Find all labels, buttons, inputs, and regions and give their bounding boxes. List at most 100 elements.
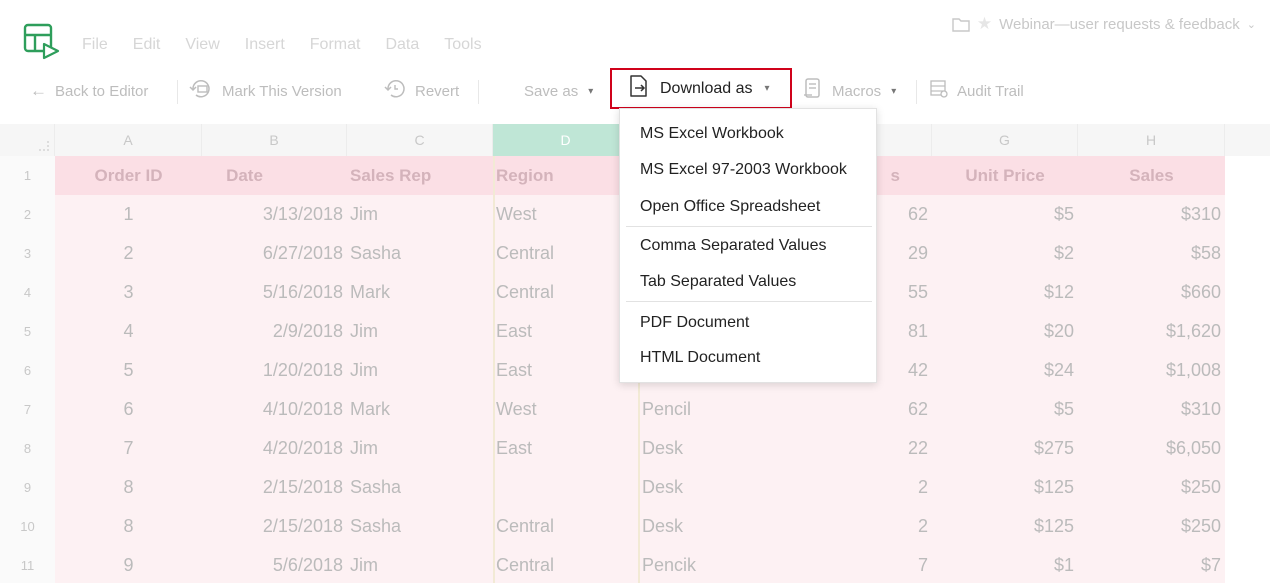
row-number[interactable]: 11 [0, 546, 55, 583]
cell-unit-price[interactable]: $5 [932, 195, 1078, 234]
cell-sales[interactable]: $7 [1078, 546, 1225, 583]
row-number[interactable]: 5 [0, 312, 55, 351]
cell-sales-rep[interactable]: Sasha [347, 234, 493, 273]
download-as-button[interactable]: Download as ▾ [610, 68, 792, 109]
cell-order-id[interactable]: 8 [55, 507, 202, 546]
column-header-c[interactable]: C [347, 124, 493, 156]
menu-insert[interactable]: Insert [245, 36, 285, 54]
column-header-b[interactable]: B [202, 124, 347, 156]
cell-sales[interactable]: $310 [1078, 390, 1225, 429]
cell-unit-price[interactable]: $1 [932, 546, 1078, 583]
menu-item-pdf[interactable]: PDF Document [620, 306, 876, 340]
cell-date[interactable]: 3/13/2018 [202, 195, 347, 234]
cell-sales[interactable]: $250 [1078, 468, 1225, 507]
row-number[interactable]: 1 [0, 156, 55, 195]
sheet-app-logo-icon[interactable] [22, 22, 62, 60]
cell-sales-rep[interactable]: Sasha [347, 468, 493, 507]
cell-item[interactable]: Pencil [639, 390, 785, 429]
cell-units[interactable]: 2 [785, 507, 932, 546]
cell-units[interactable]: 7 [785, 546, 932, 583]
cell-region[interactable]: West [493, 390, 639, 429]
cell-unit-price[interactable]: $125 [932, 468, 1078, 507]
cell-sales[interactable]: $6,050 [1078, 429, 1225, 468]
cell-unit-price[interactable]: $12 [932, 273, 1078, 312]
menu-item-ms-excel[interactable]: MS Excel Workbook [620, 117, 876, 151]
header-cell-region[interactable]: Region [493, 156, 639, 195]
cell-order-id[interactable]: 7 [55, 429, 202, 468]
menu-data[interactable]: Data [385, 36, 419, 54]
cell-sales[interactable]: $660 [1078, 273, 1225, 312]
cell-sales-rep[interactable]: Jim [347, 195, 493, 234]
menu-view[interactable]: View [185, 36, 219, 54]
folder-icon[interactable] [952, 17, 970, 32]
cell-sales-rep[interactable]: Jim [347, 312, 493, 351]
cell-unit-price[interactable]: $5 [932, 390, 1078, 429]
cell-date[interactable]: 5/6/2018 [202, 546, 347, 583]
menu-item-html[interactable]: HTML Document [620, 341, 876, 375]
audit-trail-button[interactable]: Audit Trail [929, 72, 1024, 110]
cell-date[interactable]: 2/15/2018 [202, 507, 347, 546]
cell-sales[interactable]: $250 [1078, 507, 1225, 546]
cell-units[interactable]: 62 [785, 390, 932, 429]
cell-region[interactable]: East [493, 312, 639, 351]
cell-sales-rep[interactable]: Jim [347, 351, 493, 390]
menu-edit[interactable]: Edit [133, 36, 161, 54]
cell-region[interactable]: Central [493, 507, 639, 546]
cell-item[interactable]: Pencik [639, 546, 785, 583]
star-icon[interactable]: ★ [977, 14, 992, 34]
cell-sales-rep[interactable]: Jim [347, 546, 493, 583]
select-all-corner[interactable] [0, 124, 55, 156]
menu-item-ms-excel-97-2003[interactable]: MS Excel 97-2003 Workbook [620, 153, 876, 187]
cell-sales-rep[interactable]: Mark [347, 273, 493, 312]
row-number[interactable]: 3 [0, 234, 55, 273]
row-number[interactable]: 6 [0, 351, 55, 390]
revert-button[interactable]: Revert [383, 72, 459, 110]
row-number[interactable]: 7 [0, 390, 55, 429]
cell-date[interactable]: 6/27/2018 [202, 234, 347, 273]
column-header-a[interactable]: A [55, 124, 202, 156]
cell-region[interactable]: East [493, 429, 639, 468]
save-as-button[interactable]: Save as ▾ [524, 72, 593, 110]
cell-date[interactable]: 4/20/2018 [202, 429, 347, 468]
header-cell-date[interactable]: Date [202, 156, 347, 195]
cell-sales-rep[interactable]: Jim [347, 429, 493, 468]
cell-unit-price[interactable]: $125 [932, 507, 1078, 546]
cell-units[interactable]: 22 [785, 429, 932, 468]
cell-item[interactable]: Desk [639, 507, 785, 546]
cell-unit-price[interactable]: $20 [932, 312, 1078, 351]
cell-date[interactable]: 5/16/2018 [202, 273, 347, 312]
cell-unit-price[interactable]: $24 [932, 351, 1078, 390]
column-header-d[interactable]: D [493, 124, 639, 156]
row-number[interactable]: 10 [0, 507, 55, 546]
mark-version-button[interactable]: Mark This Version [188, 72, 342, 110]
cell-date[interactable]: 2/9/2018 [202, 312, 347, 351]
cell-region[interactable]: Central [493, 234, 639, 273]
cell-item[interactable]: Desk [639, 429, 785, 468]
header-cell-sales-rep[interactable]: Sales Rep [347, 156, 493, 195]
cell-region[interactable]: Central [493, 546, 639, 583]
row-number[interactable]: 2 [0, 195, 55, 234]
cell-sales-rep[interactable]: Mark [347, 390, 493, 429]
header-cell-sales[interactable]: Sales [1078, 156, 1225, 195]
cell-order-id[interactable]: 6 [55, 390, 202, 429]
menu-item-csv[interactable]: Comma Separated Values [620, 229, 876, 263]
cell-order-id[interactable]: 1 [55, 195, 202, 234]
cell-order-id[interactable]: 5 [55, 351, 202, 390]
cell-region[interactable] [493, 468, 639, 507]
cell-units[interactable]: 2 [785, 468, 932, 507]
menu-format[interactable]: Format [310, 36, 361, 54]
cell-item[interactable]: Desk [639, 468, 785, 507]
chevron-down-icon[interactable]: ⌄ [1247, 18, 1256, 31]
back-to-editor-button[interactable]: ← Back to Editor [30, 72, 148, 110]
cell-region[interactable]: East [493, 351, 639, 390]
menu-item-tsv[interactable]: Tab Separated Values [620, 265, 876, 299]
menu-file[interactable]: File [82, 36, 108, 54]
row-number[interactable]: 4 [0, 273, 55, 312]
cell-sales[interactable]: $310 [1078, 195, 1225, 234]
cell-sales[interactable]: $1,008 [1078, 351, 1225, 390]
cell-date[interactable]: 2/15/2018 [202, 468, 347, 507]
header-cell-order-id[interactable]: Order ID [55, 156, 202, 195]
cell-region[interactable]: Central [493, 273, 639, 312]
cell-order-id[interactable]: 8 [55, 468, 202, 507]
cell-order-id[interactable]: 2 [55, 234, 202, 273]
